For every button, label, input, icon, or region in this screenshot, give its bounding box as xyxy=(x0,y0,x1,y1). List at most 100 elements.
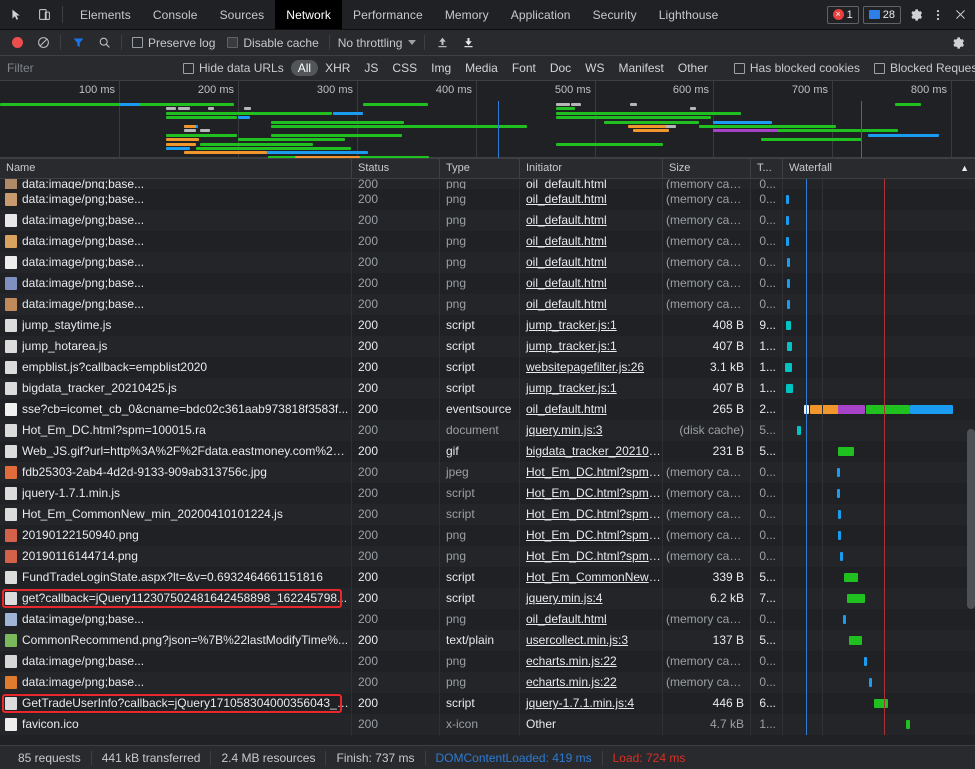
column-header-waterfall[interactable]: Waterfall ▲ xyxy=(783,159,975,179)
more-vertical-icon[interactable] xyxy=(927,4,949,26)
device-toolbar-icon[interactable] xyxy=(30,0,58,29)
cell-initiator-value[interactable]: oil_default.html xyxy=(526,255,607,269)
table-row[interactable]: jquery-1.7.1.min.js 200 script Hot_Em_DC.ht… xyxy=(0,483,975,504)
cell-initiator-value[interactable]: Hot_Em_DC.html?spm=... xyxy=(526,486,662,500)
filter-type-css[interactable]: CSS xyxy=(385,60,424,76)
table-row[interactable]: GetTradeUserInfo?callback=jQuery17105830… xyxy=(0,693,975,714)
cell-initiator-value[interactable]: jquery.min.js:4 xyxy=(526,591,602,605)
table-row[interactable]: data:image/png;base... 200 png oil_default.… xyxy=(0,231,975,252)
filter-type-ws[interactable]: WS xyxy=(578,60,611,76)
table-row[interactable]: fdb25303-2ab4-4d2d-9133-909ab313756c.jpg… xyxy=(0,462,975,483)
cell-name[interactable]: data:image/png;base... xyxy=(0,609,352,630)
column-header-t[interactable]: T... xyxy=(751,159,783,179)
throttling-dropdown[interactable]: No throttling xyxy=(334,36,421,50)
cell-initiator-value[interactable]: jquery-1.7.1.min.js:4 xyxy=(526,696,634,710)
close-icon[interactable] xyxy=(949,4,971,26)
cell-initiator-value[interactable]: Hot_Em_CommonNew ... xyxy=(526,570,662,584)
cell-name[interactable]: jump_hotarea.js xyxy=(0,336,352,357)
tab-elements[interactable]: Elements xyxy=(69,0,142,29)
cell-name[interactable]: data:image/png;base... xyxy=(0,672,352,693)
cell-name[interactable]: 20190116144714.png xyxy=(0,546,352,567)
table-row[interactable]: 20190122150940.png 200 png Hot_Em_DC.html?s… xyxy=(0,525,975,546)
tab-sources[interactable]: Sources xyxy=(209,0,276,29)
tab-console[interactable]: Console xyxy=(142,0,209,29)
cell-initiator-value[interactable]: bigdata_tracker_202104... xyxy=(526,444,662,458)
table-row[interactable]: data:image/png;base... 200 png oil_default.… xyxy=(0,210,975,231)
cell-initiator-value[interactable]: jquery.min.js:3 xyxy=(526,423,602,437)
clear-button[interactable] xyxy=(30,31,56,55)
table-row[interactable]: empblist.js?callback=empblist2020 200 scri… xyxy=(0,357,975,378)
filter-type-xhr[interactable]: XHR xyxy=(318,60,357,76)
cell-name[interactable]: FundTradeLoginState.aspx?lt=&v=0.6932464… xyxy=(0,567,352,588)
table-row[interactable]: bigdata_tracker_20210425.js 200 script jump… xyxy=(0,378,975,399)
cell-name[interactable]: 20190122150940.png xyxy=(0,525,352,546)
cell-initiator-value[interactable]: Hot_Em_DC.html?spm=... xyxy=(526,549,662,563)
filter-input[interactable] xyxy=(4,59,164,77)
cell-initiator-value[interactable]: usercollect.min.js:3 xyxy=(526,633,628,647)
tab-memory[interactable]: Memory xyxy=(434,0,500,29)
tab-network[interactable]: Network xyxy=(275,0,343,29)
filter-type-img[interactable]: Img xyxy=(424,60,458,76)
filter-type-manifest[interactable]: Manifest xyxy=(612,60,671,76)
table-row[interactable]: data:image/png;base... 200 png oil_default.… xyxy=(0,252,975,273)
cell-initiator-value[interactable]: jump_tracker.js:1 xyxy=(526,339,617,353)
table-row[interactable]: data:image/png;base... 200 png echarts.min.… xyxy=(0,672,975,693)
disable-cache-checkbox[interactable]: Disable cache xyxy=(221,36,324,50)
table-row[interactable]: Hot_Em_DC.html?spm=100015.ra 200 document j… xyxy=(0,420,975,441)
cell-name[interactable]: data:image/png;base... xyxy=(0,189,352,210)
cell-initiator-value[interactable]: oil_default.html xyxy=(526,213,607,227)
table-row[interactable]: FundTradeLoginState.aspx?lt=&v=0.6932464… xyxy=(0,567,975,588)
cell-initiator-value[interactable]: oil_default.html xyxy=(526,192,607,206)
cell-name[interactable]: Web_JS.gif?url=http%3A%2F%2Fdata.eastmon… xyxy=(0,441,352,462)
filter-type-js[interactable]: JS xyxy=(357,60,385,76)
column-header-size[interactable]: Size xyxy=(663,159,751,179)
export-har-button[interactable] xyxy=(455,31,481,55)
table-row[interactable]: data:image/png;base... 200 png oil_default.… xyxy=(0,179,975,189)
column-header-type[interactable]: Type xyxy=(440,159,520,179)
tab-performance[interactable]: Performance xyxy=(342,0,434,29)
tab-application[interactable]: Application xyxy=(500,0,582,29)
preserve-log-checkbox[interactable]: Preserve log xyxy=(126,36,221,50)
cell-name[interactable]: get?callback=jQuery112307502481642458898… xyxy=(0,588,352,609)
hide-data-urls-checkbox[interactable]: Hide data URLs xyxy=(176,61,291,75)
cell-name[interactable]: sse?cb=icomet_cb_0&cname=bdc02c361aab973… xyxy=(0,399,352,420)
table-row[interactable]: data:image/png;base... 200 png oil_default.… xyxy=(0,609,975,630)
table-row[interactable]: 20190116144714.png 200 png Hot_Em_DC.html?s… xyxy=(0,546,975,567)
cell-name[interactable]: Hot_Em_CommonNew_min_20200410101224.js xyxy=(0,504,352,525)
table-row[interactable]: data:image/png;base... 200 png echarts.min.… xyxy=(0,651,975,672)
cell-name[interactable]: data:image/png;base... xyxy=(0,651,352,672)
cell-name[interactable]: CommonRecommend.png?json=%7B%22lastModif… xyxy=(0,630,352,651)
error-count-badge[interactable]: × 1 xyxy=(826,5,859,24)
table-row[interactable]: Web_JS.gif?url=http%3A%2F%2Fdata.eastmon… xyxy=(0,441,975,462)
cell-initiator-value[interactable]: oil_default.html xyxy=(526,234,607,248)
cell-name[interactable]: empblist.js?callback=empblist2020 xyxy=(0,357,352,378)
table-row[interactable]: favicon.ico 200 x-icon Other 4.7 kB 1... xyxy=(0,714,975,735)
table-row[interactable]: get?callback=jQuery112307502481642458898… xyxy=(0,588,975,609)
cell-initiator-value[interactable]: oil_default.html xyxy=(526,179,607,189)
cell-name[interactable]: fdb25303-2ab4-4d2d-9133-909ab313756c.jpg xyxy=(0,462,352,483)
table-row[interactable]: data:image/png;base... 200 png oil_default.… xyxy=(0,189,975,210)
cell-initiator-value[interactable]: Hot_Em_DC.html?spm=... xyxy=(526,465,662,479)
column-header-name[interactable]: Name xyxy=(0,159,352,179)
vertical-scrollbar-thumb[interactable] xyxy=(967,429,975,609)
table-body[interactable]: data:image/png;base... 200 png oil_default.… xyxy=(0,179,975,745)
cell-name[interactable]: data:image/png;base... xyxy=(0,231,352,252)
gear-icon[interactable] xyxy=(905,4,927,26)
cell-name[interactable]: jump_staytime.js xyxy=(0,315,352,336)
search-icon[interactable] xyxy=(91,31,117,55)
column-header-status[interactable]: Status xyxy=(352,159,440,179)
column-header-initiator[interactable]: Initiator xyxy=(520,159,663,179)
import-har-button[interactable] xyxy=(429,31,455,55)
cell-name[interactable]: data:image/png;base... xyxy=(0,252,352,273)
has-blocked-cookies-checkbox[interactable]: Has blocked cookies xyxy=(727,61,867,75)
cell-name[interactable]: data:image/png;base... xyxy=(0,179,352,189)
table-row[interactable]: data:image/png;base... 200 png oil_default.… xyxy=(0,294,975,315)
table-row[interactable]: CommonRecommend.png?json=%7B%22lastModif… xyxy=(0,630,975,651)
cell-name[interactable]: Hot_Em_DC.html?spm=100015.ra xyxy=(0,420,352,441)
cell-initiator-value[interactable]: oil_default.html xyxy=(526,612,607,626)
filter-type-font[interactable]: Font xyxy=(505,60,543,76)
cell-name[interactable]: data:image/png;base... xyxy=(0,273,352,294)
network-overview-timeline[interactable]: 100 ms 200 ms 300 ms 400 ms 500 ms 600 ms 700 … xyxy=(0,81,975,159)
table-row[interactable]: sse?cb=icomet_cb_0&cname=bdc02c361aab973… xyxy=(0,399,975,420)
filter-type-doc[interactable]: Doc xyxy=(543,60,578,76)
